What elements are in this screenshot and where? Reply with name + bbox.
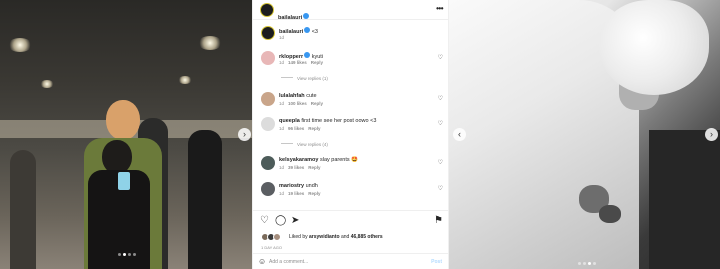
comment-likes[interactable]: 100 likes [288, 101, 307, 106]
comment-icon[interactable]: ◯ [275, 216, 286, 226]
comment-time: 1d [279, 191, 285, 196]
comment-likes[interactable]: 149 likes [288, 60, 307, 65]
background-person [10, 150, 36, 269]
author-avatar[interactable] [260, 3, 274, 17]
share-icon[interactable]: ➤ [291, 216, 299, 226]
bookmark-icon[interactable]: ⚑ [434, 216, 443, 226]
comment-text: cute [306, 93, 317, 99]
likes-prefix: Liked by [289, 234, 308, 240]
comment-likes[interactable]: 96 likes [288, 126, 304, 131]
commenter-username[interactable]: queepla [279, 118, 300, 124]
likes-conjunction: and [340, 234, 350, 240]
comment-likes[interactable]: 19 likes [288, 191, 304, 196]
heart-icon[interactable]: ♡ [438, 95, 443, 102]
carousel-dots [578, 262, 596, 265]
more-options-icon[interactable]: ••• [436, 4, 443, 13]
comment-text: undh [305, 183, 318, 189]
reply-button[interactable]: Reply [308, 191, 320, 196]
person-hand [599, 205, 621, 223]
background-floor [649, 130, 720, 269]
post-photo-right: ‹ › [449, 0, 720, 269]
author-username[interactable]: bailalauri [278, 15, 302, 21]
caption-time: 1d [279, 35, 285, 40]
commenter-username[interactable]: mariostry [279, 183, 304, 189]
likes-others[interactable]: 46,885 others [351, 234, 383, 240]
post-panel: bailalauri ••• bailalauri <3 1d rklopper… [252, 0, 450, 269]
heart-icon[interactable]: ♡ [438, 120, 443, 127]
reply-button[interactable]: Reply [308, 165, 320, 170]
post-header: bailalauri ••• [253, 0, 450, 21]
ceiling-light [178, 76, 192, 84]
commenter-avatar[interactable] [261, 182, 275, 196]
heart-icon[interactable]: ♡ [438, 159, 443, 166]
reply-button[interactable]: Reply [308, 126, 320, 131]
commenter-avatar[interactable] [261, 117, 275, 131]
verified-icon [304, 27, 311, 33]
commenter-avatar[interactable] [261, 92, 275, 106]
author-avatar[interactable] [261, 26, 275, 40]
ceiling-light [198, 36, 222, 50]
comment-time: 1d [279, 126, 285, 131]
reply-button[interactable]: Reply [311, 60, 323, 65]
comment-time: 1d [279, 101, 285, 106]
carousel-dots [118, 253, 136, 256]
ceiling-light [40, 80, 54, 88]
phone [118, 172, 130, 190]
background-person [188, 130, 222, 269]
comment-input[interactable] [269, 258, 409, 266]
post-actions: ♡ ◯ ➤ ⚑ [253, 210, 450, 232]
next-arrow-icon[interactable]: › [705, 128, 718, 141]
post-button[interactable]: Post [431, 259, 442, 265]
comment-text: slay parents 🤩 [319, 157, 359, 163]
prev-arrow-icon[interactable]: ‹ [453, 128, 466, 141]
view-replies-button[interactable]: View replies (4) [281, 142, 328, 147]
liker-avatar [273, 233, 281, 241]
heart-icon[interactable]: ♡ [438, 54, 443, 61]
verified-icon [304, 52, 311, 58]
add-comment-bar: ☺ Post [253, 253, 450, 269]
comment-time: 1d [279, 165, 285, 170]
post-photo-left: › [0, 0, 252, 269]
comment-likes[interactable]: 39 likes [288, 165, 304, 170]
emoji-icon[interactable]: ☺ [258, 257, 266, 266]
verified-icon [303, 13, 310, 19]
heart-icon[interactable]: ♡ [260, 216, 269, 226]
commenter-username[interactable]: kelsyakaramoy [279, 157, 318, 163]
commenter-avatar[interactable] [261, 156, 275, 170]
liker-username[interactable]: arsywidianto [309, 234, 340, 240]
next-arrow-icon[interactable]: › [238, 128, 251, 141]
view-replies-button[interactable]: View replies (1) [281, 76, 328, 81]
comment-text: first time see her post oowo <3 [301, 118, 377, 124]
post-time: 1 DAY AGO [261, 245, 282, 250]
comment-time: 1d [279, 60, 285, 65]
caption-text: <3 [311, 29, 318, 35]
person-woman [82, 140, 156, 269]
heart-icon[interactable]: ♡ [438, 185, 443, 192]
ceiling-light [8, 38, 32, 52]
commenter-username[interactable]: lulalahfah [279, 93, 305, 99]
commenter-avatar[interactable] [261, 51, 275, 65]
person-hair [599, 0, 709, 95]
reply-button[interactable]: Reply [311, 101, 323, 106]
